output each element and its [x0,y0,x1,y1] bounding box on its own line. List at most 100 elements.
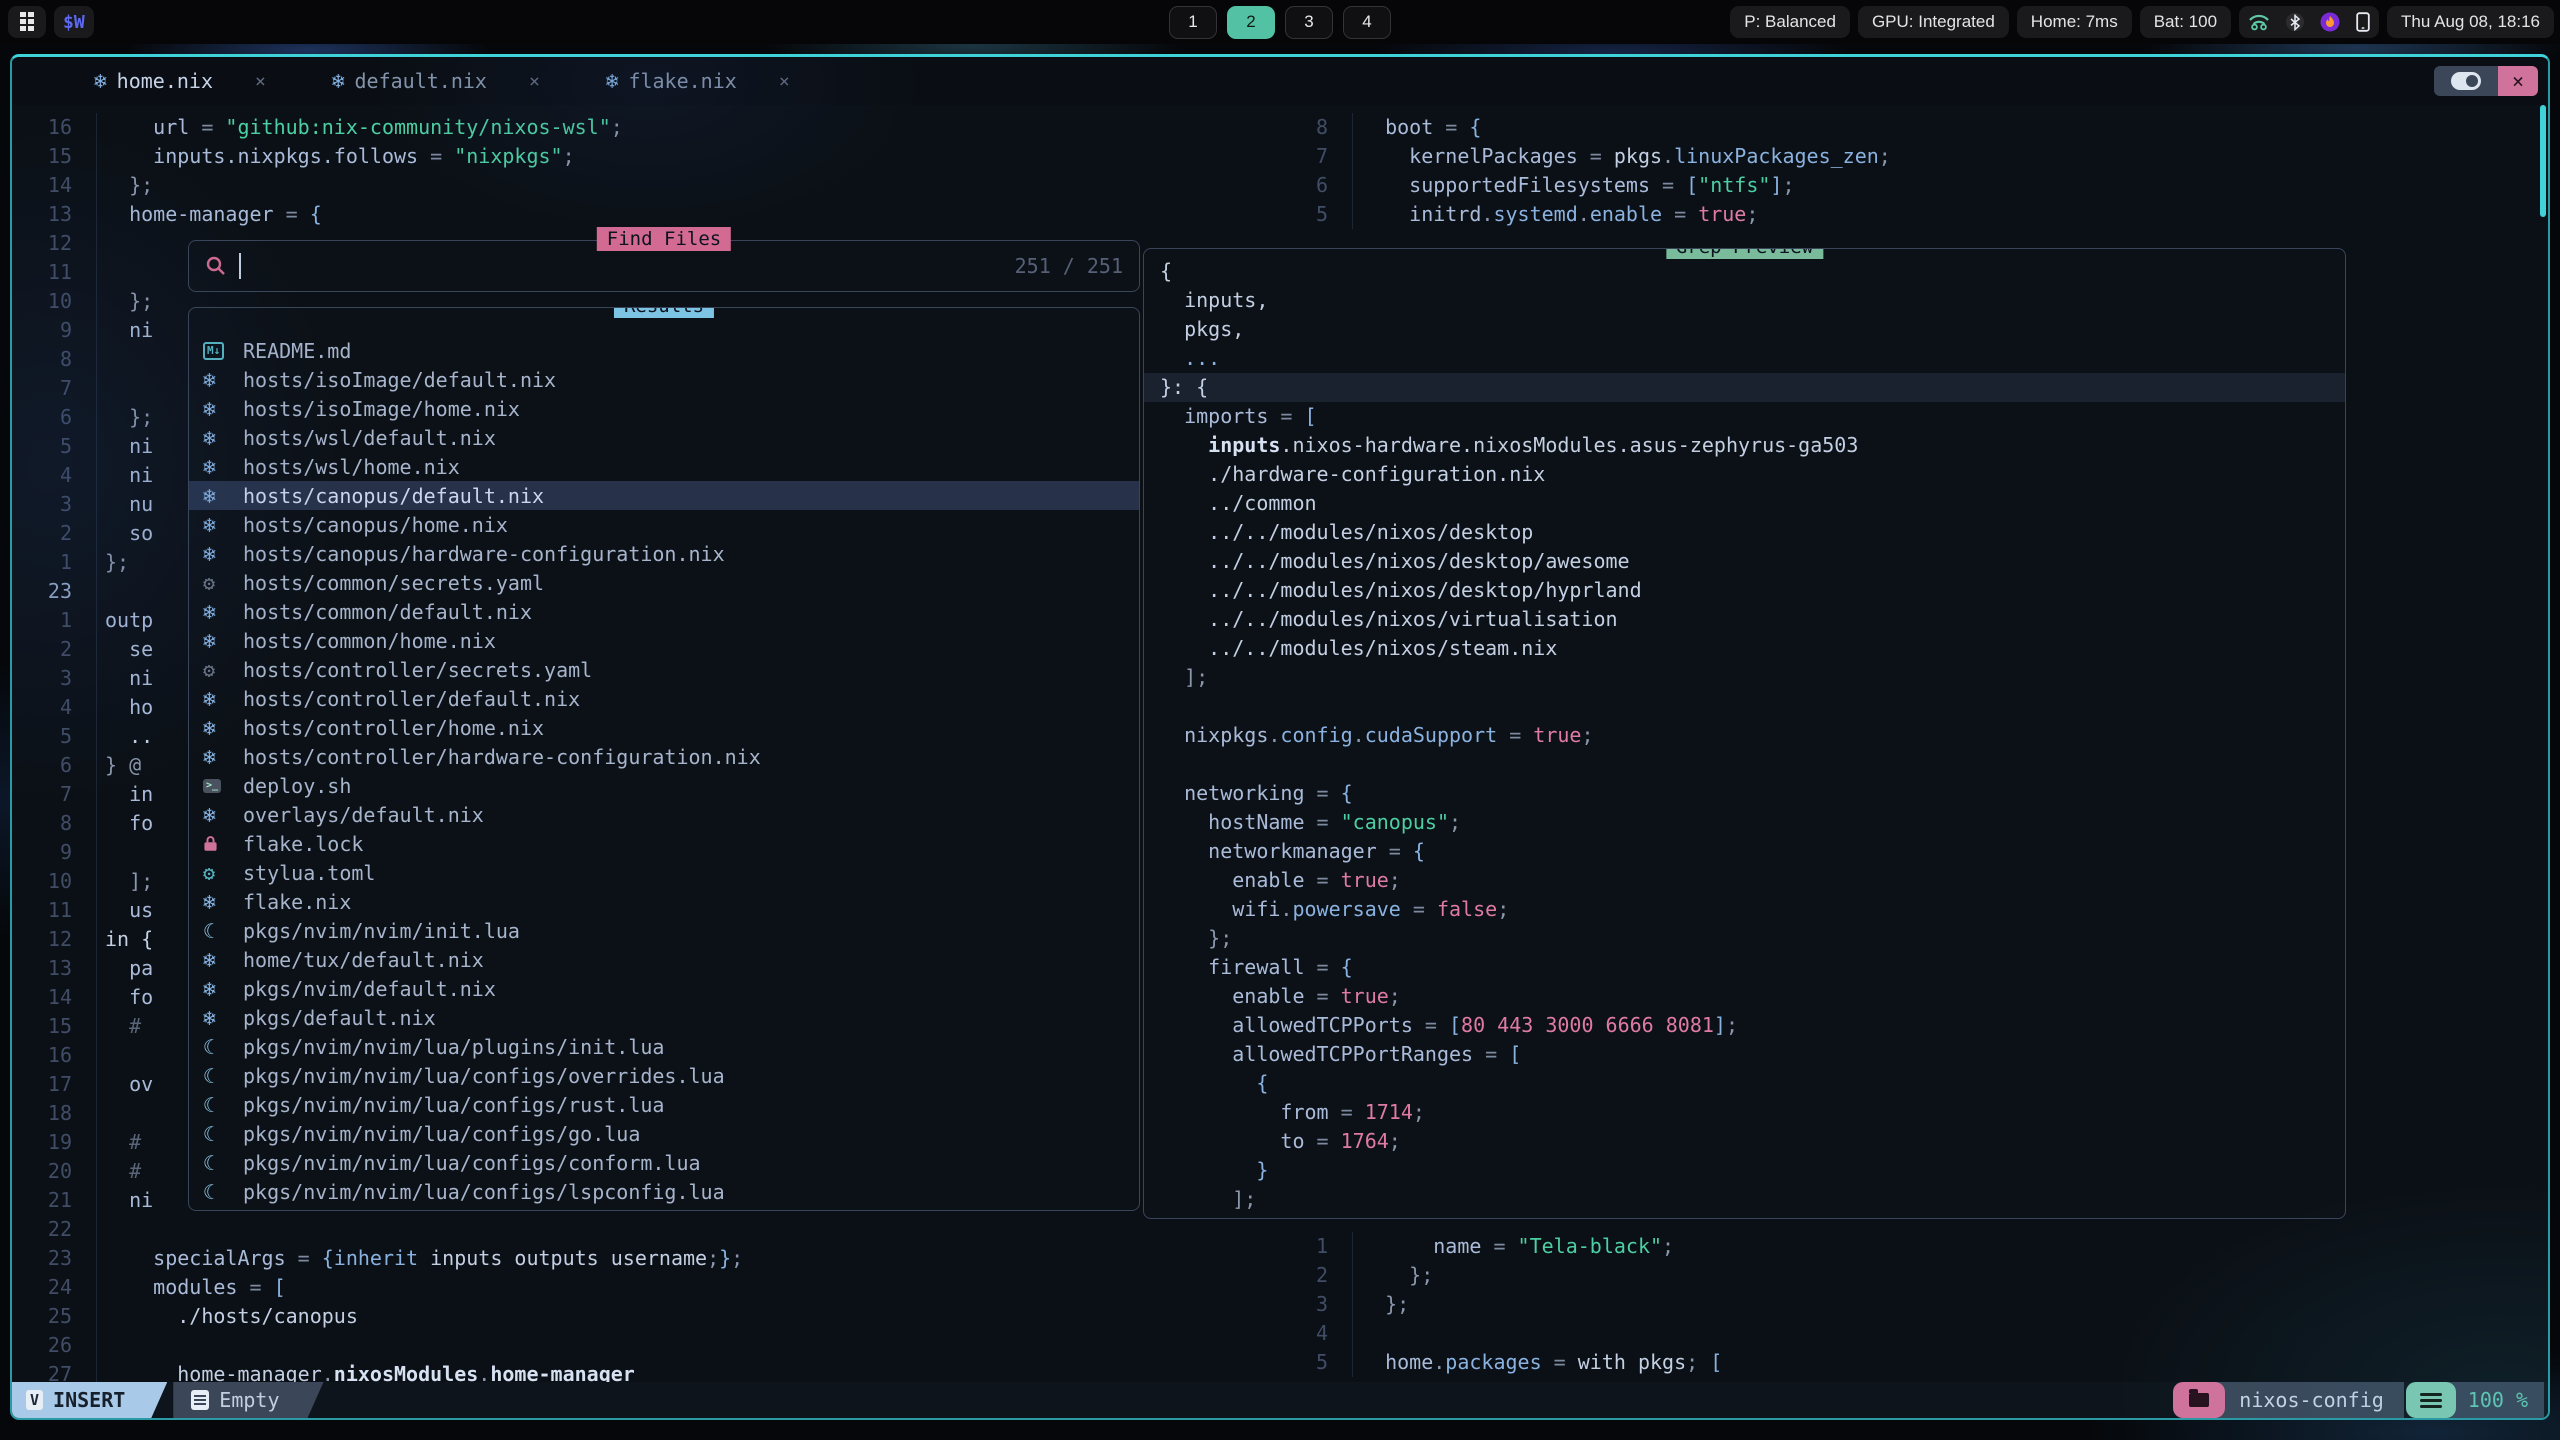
gpu-module[interactable]: GPU: Integrated [1858,6,2009,38]
tray-module [2239,6,2379,38]
preview-line: firewall = { [1160,953,2345,982]
network-icon[interactable] [2248,13,2270,31]
result-item[interactable]: ❄hosts/isoImage/default.nix [189,365,1139,394]
lua-moon-icon: ☾ [203,1151,215,1175]
fire-icon[interactable] [2320,12,2340,32]
lua-moon-icon: ☾ [203,919,215,943]
result-item[interactable]: ❄hosts/controller/default.nix [189,684,1139,713]
result-item[interactable]: ⚙stylua.toml [189,858,1139,887]
result-item[interactable]: ☾pkgs/nvim/nvim/lua/plugins/init.lua [189,1032,1139,1061]
result-label: hosts/common/default.nix [243,600,532,624]
preview-line: ../../modules/nixos/virtualisation [1160,605,2345,634]
tab-bar: ❄home.nix× ❄default.nix× ❄flake.nix× [12,57,2548,105]
ping-module[interactable]: Home: 7ms [2017,6,2132,38]
folder-icon [2189,1393,2209,1407]
workspace-button-4[interactable]: 4 [1343,6,1391,39]
editor-area[interactable]: 16 url = "github:nix-community/nixos-wsl… [12,105,2548,1382]
result-item[interactable]: flake.lock [189,829,1139,858]
nix-snowflake-icon: ❄ [203,600,216,624]
results-popup: Results M↓README.md❄hosts/isoImage/defau… [188,307,1140,1211]
code-line: 24 modules = [ [12,1273,1252,1302]
clock-module[interactable]: Thu Aug 08, 18:16 [2387,6,2554,38]
find-files-prompt[interactable]: Find Files 251 / 251 [188,240,1140,292]
result-item[interactable]: ❄home/tux/default.nix [189,945,1139,974]
result-item[interactable]: ⚙hosts/controller/secrets.yaml [189,655,1139,684]
result-label: deploy.sh [243,774,351,798]
lua-moon-icon: ☾ [203,1064,215,1088]
result-item[interactable]: ❄hosts/controller/home.nix [189,713,1139,742]
preview-line: inputs.nixos-hardware.nixosModules.asus-… [1160,431,2345,460]
close-icon: × [2512,69,2524,93]
result-item[interactable]: ❄ hosts/common/default.nix [189,597,1139,626]
result-item[interactable]: ☾pkgs/nvim/nvim/lua/configs/conform.lua [189,1148,1139,1177]
tab-flake.nix[interactable]: ❄flake.nix× [606,69,790,93]
result-item[interactable]: ❄hosts/wsl/home.nix [189,452,1139,481]
tab-close-icon[interactable]: × [529,71,540,92]
ping-label: Home: 7ms [2031,12,2118,32]
workspace-button-3[interactable]: 3 [1285,6,1333,39]
vim-icon: V [26,1390,43,1410]
app-launcher-button[interactable] [8,6,46,38]
preview-line: allowedTCPPortRanges = [ [1160,1040,2345,1069]
tab-home.nix[interactable]: ❄home.nix× [94,69,266,93]
phone-icon[interactable] [2356,12,2370,32]
preview-line: }: { [1144,373,2345,402]
result-item[interactable]: ☾pkgs/nvim/nvim/lua/configs/rust.lua [189,1090,1139,1119]
result-label: pkgs/nvim/default.nix [243,977,496,1001]
result-item[interactable]: ☾pkgs/nvim/nvim/lua/configs/overrides.lu… [189,1061,1139,1090]
result-item[interactable]: ❄hosts/canopus/hardware-configuration.ni… [189,539,1139,568]
result-item[interactable]: ❄overlays/default.nix [189,800,1139,829]
result-label: flake.lock [243,832,363,856]
power-profile-module[interactable]: P: Balanced [1730,6,1850,38]
result-item[interactable]: ❄pkgs/default.nix [189,1003,1139,1032]
result-item[interactable]: ❄hosts/canopus/home.nix [189,510,1139,539]
preview-line: ../../modules/nixos/desktop/hyprland [1160,576,2345,605]
result-item[interactable]: >_deploy.sh [189,771,1139,800]
preview-line: from = 1714; [1160,1098,2345,1127]
nix-snowflake-icon: ❄ [203,890,216,914]
result-item[interactable]: ☾pkgs/nvim/nvim/lua/configs/lspconfig.lu… [189,1177,1139,1206]
results-counter: 251 / 251 [1015,254,1123,278]
preview-line: networking = { [1160,779,2345,808]
result-label: hosts/canopus/hardware-configuration.nix [243,542,725,566]
scrollbar-thumb[interactable] [2540,105,2546,217]
code-line: 15 inputs.nixpkgs.follows = "nixpkgs"; [12,142,1252,171]
result-item[interactable]: ❄hosts/wsl/default.nix [189,423,1139,452]
result-item[interactable]: ❄hosts/canopus/default.nix [189,481,1139,510]
result-item[interactable]: ☾pkgs/nvim/nvim/init.lua [189,916,1139,945]
code-line: 2 }; [1252,1261,2548,1290]
result-item[interactable]: ❄hosts/controller/hardware-configuration… [189,742,1139,771]
tab-close-icon[interactable]: × [779,71,790,92]
result-item[interactable]: ❄pkgs/nvim/default.nix [189,974,1139,1003]
result-item[interactable]: ❄hosts/common/home.nix [189,626,1139,655]
tab-close-icon[interactable]: × [255,71,266,92]
nix-snowflake-icon: ❄ [332,69,345,93]
find-files-title: Find Files [597,227,731,251]
result-item[interactable]: ❄hosts/isoImage/home.nix [189,394,1139,423]
result-label: hosts/controller/hardware-configuration.… [243,745,761,769]
preview-line [1160,692,2345,721]
tab-default.nix[interactable]: ❄default.nix× [332,69,540,93]
editor-window: ❄home.nix×❄default.nix×❄flake.nix× × 16 … [10,54,2550,1420]
battery-module[interactable]: Bat: 100 [2140,6,2231,38]
preview-line: ../../modules/nixos/steam.nix [1160,634,2345,663]
code-line: 13 home-manager = { [12,200,1252,229]
window-toggle-button[interactable] [2434,66,2498,96]
result-item[interactable]: ❄flake.nix [189,887,1139,916]
file-segment: Empty [173,1382,315,1418]
bluetooth-icon[interactable] [2286,12,2304,32]
result-item[interactable]: ⚙hosts/common/secrets.yaml [189,568,1139,597]
preview-line: enable = true; [1160,866,2345,895]
file-label: Empty [219,1388,279,1412]
lua-moon-icon: ☾ [203,1093,215,1117]
grep-preview-title: Grep Preview [1666,248,1823,259]
preview-line: to = 1764; [1160,1127,2345,1156]
result-label: pkgs/nvim/nvim/lua/configs/go.lua [243,1122,640,1146]
result-item[interactable]: ☾pkgs/nvim/nvim/lua/configs/go.lua [189,1119,1139,1148]
preview-line: ./hardware-configuration.nix [1160,460,2345,489]
workspace-button-2[interactable]: 2 [1227,6,1275,39]
workspace-button-1[interactable]: 1 [1169,6,1217,39]
result-item[interactable]: M↓README.md [189,336,1139,365]
code-line: 8 boot = { [1252,113,2548,142]
window-close-button[interactable]: × [2498,66,2538,96]
